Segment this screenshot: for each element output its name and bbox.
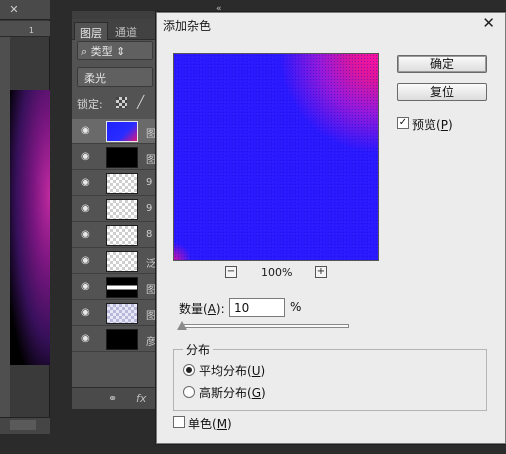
- dialog-titlebar[interactable]: 添加杂色 ✕: [157, 13, 505, 35]
- blend-mode-select[interactable]: 柔光: [77, 67, 153, 87]
- layer-row[interactable]: ◉ 图: [72, 145, 160, 170]
- search-icon: ⌕: [81, 45, 88, 58]
- preview-checkbox[interactable]: ✓: [397, 117, 409, 129]
- layers-panel: 图层 通道 ⌕ 类型 ⇕ 柔光 锁定: ╱ ◉ 图 ◉ 图 ◉ 9 ◉ 9 ◉ …: [71, 10, 161, 410]
- lock-label: 锁定:: [77, 98, 103, 111]
- reset-button[interactable]: 复位: [397, 83, 487, 101]
- horizontal-scrollbar[interactable]: [10, 420, 36, 430]
- visibility-eye-icon[interactable]: ◉: [81, 256, 95, 266]
- layer-name: 图: [146, 285, 156, 296]
- layer-row[interactable]: ◉ 彦: [72, 327, 160, 352]
- visibility-eye-icon[interactable]: ◉: [81, 126, 95, 136]
- layer-thumbnail: [106, 121, 138, 142]
- amount-input[interactable]: [229, 298, 285, 317]
- layer-thumbnail: [106, 199, 138, 220]
- panel-header: [72, 11, 160, 19]
- layer-thumbnail: [106, 303, 138, 324]
- dialog-title: 添加杂色: [163, 19, 212, 33]
- layers-footer: ⚭ fx: [72, 387, 160, 409]
- layer-thumbnail: [106, 147, 138, 168]
- document-window: ✕ 1: [0, 0, 50, 434]
- gaussian-radio[interactable]: [183, 386, 195, 398]
- add-noise-dialog: 添加杂色 ✕ − 100% + 确定 复位 ✓ 预览(P) 数量(A): % 分…: [156, 12, 506, 444]
- layer-row[interactable]: ◉ 9: [72, 197, 160, 222]
- zoom-out-button[interactable]: −: [225, 266, 237, 278]
- visibility-eye-icon[interactable]: ◉: [81, 308, 95, 318]
- close-icon[interactable]: ✕: [7, 3, 21, 17]
- zoom-in-button[interactable]: +: [315, 266, 327, 278]
- visibility-eye-icon[interactable]: ◉: [81, 152, 95, 162]
- amount-unit: %: [290, 300, 302, 314]
- noise-texture: [174, 54, 378, 260]
- layer-row[interactable]: ◉ 9: [72, 171, 160, 196]
- layer-row[interactable]: ◉ 图: [72, 301, 160, 326]
- lock-pixels-icon[interactable]: ╱: [137, 95, 144, 109]
- link-icon[interactable]: ⚭: [108, 392, 117, 405]
- panel-tabs: 图层 通道: [72, 19, 160, 40]
- distribution-group: [173, 349, 487, 411]
- layer-name: 8: [146, 229, 153, 240]
- tab-layers[interactable]: 图层: [74, 22, 108, 40]
- layer-name: 图: [146, 311, 156, 322]
- close-icon[interactable]: ✕: [482, 15, 495, 31]
- layer-filter-select[interactable]: ⌕ 类型 ⇕: [77, 41, 153, 60]
- layer-name: 图: [146, 129, 156, 140]
- uniform-radio[interactable]: [183, 364, 195, 376]
- visibility-eye-icon[interactable]: ◉: [81, 282, 95, 292]
- amount-slider-thumb[interactable]: [177, 321, 187, 330]
- uniform-label: 平均分布(U): [199, 364, 266, 378]
- ruler-vertical: [0, 37, 10, 417]
- document-tab[interactable]: ✕: [0, 0, 50, 20]
- layer-name: 泛: [146, 259, 156, 270]
- layer-row[interactable]: ◉ 图: [72, 119, 160, 144]
- noise-preview[interactable]: [173, 53, 379, 261]
- layer-row[interactable]: ◉ 8: [72, 223, 160, 248]
- layer-row[interactable]: ◉ 泛: [72, 249, 160, 274]
- layer-row[interactable]: ◉ 图: [72, 275, 160, 300]
- ok-button[interactable]: 确定: [397, 55, 487, 73]
- amount-label: 数量(A):: [179, 302, 225, 316]
- stepper-icon: ⇕: [116, 45, 126, 58]
- layer-thumbnail: [106, 173, 138, 194]
- amount-slider[interactable]: [181, 324, 349, 328]
- monochrome-label: 单色(M): [188, 417, 232, 431]
- lock-transparency-icon[interactable]: [116, 97, 127, 108]
- tab-channels[interactable]: 通道: [110, 22, 142, 40]
- preview-label: 预览(P): [412, 118, 453, 132]
- gaussian-label: 高斯分布(G): [199, 386, 266, 400]
- ruler-horizontal: 1: [0, 21, 50, 37]
- zoom-level: 100%: [261, 266, 293, 279]
- layer-thumbnail: [106, 329, 138, 350]
- visibility-eye-icon[interactable]: ◉: [81, 204, 95, 214]
- visibility-eye-icon[interactable]: ◉: [81, 178, 95, 188]
- fx-icon[interactable]: fx: [136, 392, 146, 405]
- layer-thumbnail: [106, 251, 138, 272]
- monochrome-checkbox[interactable]: [173, 416, 185, 428]
- layer-thumbnail: [106, 277, 138, 298]
- visibility-eye-icon[interactable]: ◉: [81, 230, 95, 240]
- distribution-title: 分布: [183, 341, 214, 358]
- canvas-image[interactable]: [10, 90, 50, 365]
- layer-name: 图: [146, 155, 156, 166]
- filter-label: 类型: [90, 45, 113, 58]
- layer-name: 9: [146, 177, 153, 188]
- visibility-eye-icon[interactable]: ◉: [81, 334, 95, 344]
- layer-name: 彦: [146, 337, 156, 348]
- ruler-mark: 1: [28, 26, 34, 35]
- layer-thumbnail: [106, 225, 138, 246]
- layer-name: 9: [146, 203, 153, 214]
